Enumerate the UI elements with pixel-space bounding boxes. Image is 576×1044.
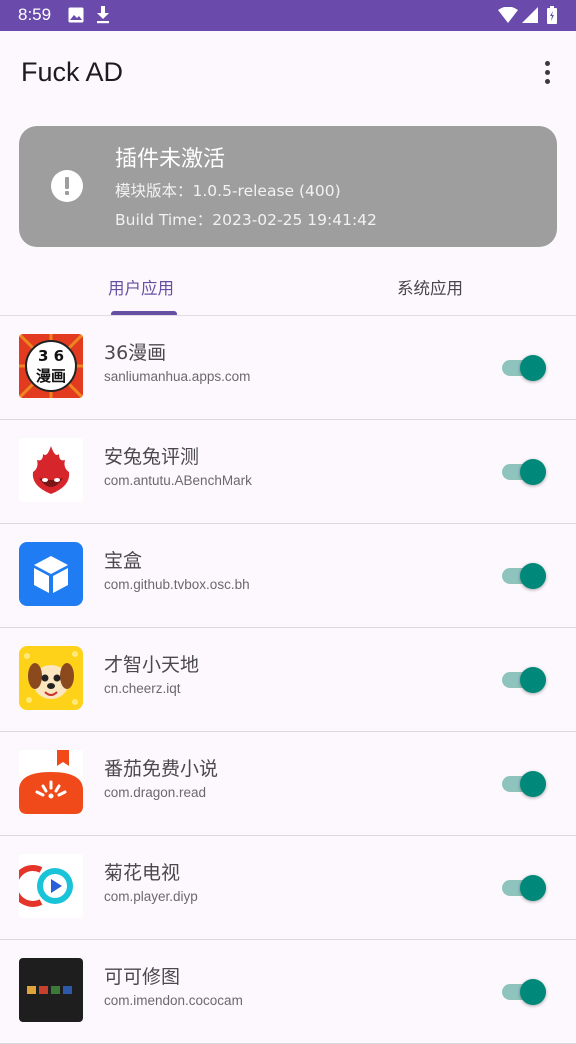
app-name: 36漫画 (104, 342, 167, 364)
build-time-text: Build Time：2023-02-25 19:41:42 (115, 211, 377, 229)
app-name: 番茄免费小说 (104, 758, 219, 780)
block-ad-toggle[interactable] (502, 769, 546, 799)
app-icon-cococam (19, 958, 83, 1022)
activation-status-card[interactable]: 插件未激活 模块版本：1.0.5-release (400) Build Tim… (19, 126, 557, 247)
app-package: sanliumanhua.apps.com (104, 369, 251, 384)
tab-user-apps[interactable]: 用户应用 (0, 260, 288, 315)
block-ad-toggle[interactable] (502, 457, 546, 487)
download-icon (97, 6, 109, 24)
app-name: 菊花电视 (104, 862, 181, 884)
app-package: cn.cheerz.iqt (104, 681, 181, 696)
app-package: com.antutu.ABenchMark (104, 473, 252, 488)
app-title: Fuck AD (21, 57, 124, 87)
status-time: 8:59 (18, 5, 52, 24)
tab-indicator (111, 311, 177, 315)
signal-icon (522, 7, 538, 23)
app-icon-baohe (19, 542, 83, 606)
app-icon-cheerz (19, 646, 83, 710)
list-item[interactable]: 3 6 漫画 36漫画 sanliumanhua.apps.com (0, 316, 576, 420)
block-ad-toggle[interactable] (502, 665, 546, 695)
app-package: com.dragon.read (104, 785, 207, 800)
image-icon (68, 7, 84, 23)
tab-system-apps-label: 系统应用 (397, 279, 463, 298)
app-icon-fanqie (19, 750, 83, 814)
app-name: 安兔兔评测 (104, 446, 200, 468)
app-icon-antutu (19, 438, 83, 502)
more-vert-icon[interactable] (536, 59, 560, 87)
block-ad-toggle[interactable] (502, 977, 546, 1007)
app-name: 可可修图 (104, 966, 181, 988)
wifi-icon (498, 7, 518, 23)
activation-status-title: 插件未激活 (115, 147, 226, 172)
list-item[interactable]: 番茄免费小说 com.dragon.read (0, 732, 576, 836)
list-item[interactable]: 才智小天地 cn.cheerz.iqt (0, 628, 576, 732)
list-item[interactable]: 菊花电视 com.player.diyp (0, 836, 576, 940)
app-icon-player-diyp (19, 854, 83, 918)
tab-user-apps-label: 用户应用 (108, 279, 174, 298)
tab-system-apps[interactable]: 系统应用 (288, 260, 576, 315)
module-version-text: 模块版本：1.0.5-release (400) (115, 182, 341, 200)
alert-icon (51, 170, 83, 202)
status-bar: 8:59 (0, 0, 576, 31)
app-package: com.player.diyp (104, 889, 198, 904)
app-package: com.imendon.cococam (104, 993, 243, 1008)
app-bar: Fuck AD (0, 31, 576, 115)
block-ad-toggle[interactable] (502, 873, 546, 903)
app-type-tabs: 用户应用 系统应用 (0, 260, 576, 316)
app-package: com.github.tvbox.osc.bh (104, 577, 250, 592)
list-item[interactable]: 安兔兔评测 com.antutu.ABenchMark (0, 420, 576, 524)
app-icon-36manhua-text: 3 6 漫画 (35, 347, 66, 385)
block-ad-toggle[interactable] (502, 353, 546, 383)
list-item[interactable]: 可可修图 com.imendon.cococam (0, 940, 576, 1044)
block-ad-toggle[interactable] (502, 561, 546, 591)
app-icon-36manhua: 3 6 漫画 (19, 334, 83, 398)
app-name: 才智小天地 (104, 654, 200, 676)
list-item[interactable]: 宝盒 com.github.tvbox.osc.bh (0, 524, 576, 628)
app-name: 宝盒 (104, 550, 143, 572)
battery-icon (547, 6, 557, 24)
